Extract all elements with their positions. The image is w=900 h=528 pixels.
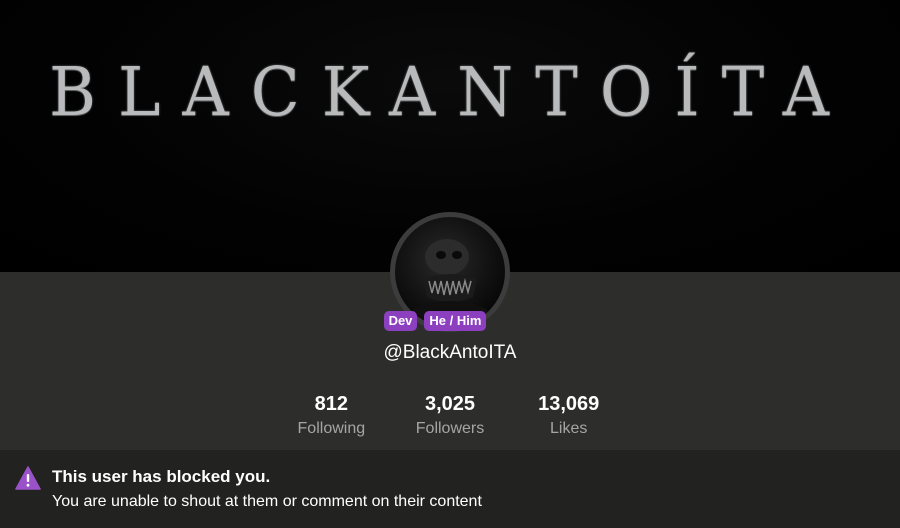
stat-value: 3,025 bbox=[424, 393, 476, 415]
stat-label: Followers bbox=[415, 420, 485, 437]
blocked-alert bbox=[0, 450, 900, 528]
profile-page: BLACKANTOÍTA Dev He / Him @BlackAntoITA … bbox=[0, 0, 900, 528]
stat-label: Likes bbox=[550, 420, 588, 437]
stat-value: 13,069 bbox=[538, 393, 600, 415]
stat-followers[interactable]: 3,025 Followers bbox=[391, 392, 510, 442]
username: @BlackAntoITA bbox=[383, 342, 517, 363]
banner-title: BLACKANTOÍTA bbox=[49, 54, 851, 132]
alert-message: You are unable to shout at them or comme… bbox=[52, 493, 482, 510]
stat-label: Following bbox=[297, 420, 366, 437]
warning-icon bbox=[15, 466, 41, 490]
alert-title: This user has blocked you. bbox=[52, 467, 271, 486]
badge-list: Dev He / Him bbox=[0, 311, 900, 331]
role-badge: Dev bbox=[383, 311, 418, 331]
pronouns-badge: He / Him bbox=[424, 311, 487, 331]
stat-value: 812 bbox=[314, 393, 349, 415]
stat-following[interactable]: 812 Following bbox=[272, 392, 391, 442]
stat-likes[interactable]: 13,069 Likes bbox=[509, 392, 628, 442]
profile-stats: 812 Following 3,025 Followers 13,069 Lik… bbox=[272, 392, 628, 442]
